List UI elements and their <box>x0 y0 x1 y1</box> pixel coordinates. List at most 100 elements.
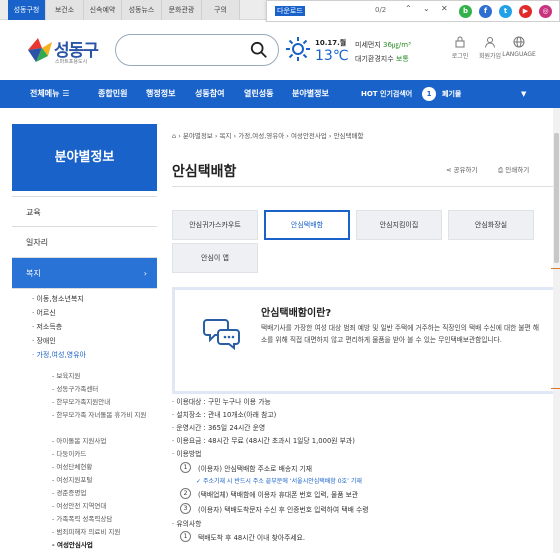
rule-text: 이용방법 <box>176 450 202 458</box>
chat-bubbles-icon <box>203 319 240 351</box>
tab-site-0[interactable]: 성동구청 <box>8 0 46 20</box>
sub2-item[interactable]: - 여성안전 지역연대 <box>52 500 106 510</box>
sidebar: 분야별정보 교육 일자리 복지 › · 이동,청소년복지 · 어르신 · 저소득층… <box>12 124 157 553</box>
rule-item: · 이용요금 : 48시간 무료 (48시간 초과시 1일당 1,000원 부과… <box>172 437 355 445</box>
sub-menu-label: 장애인 <box>36 337 56 345</box>
sub2-item[interactable]: - 범죄피해자 의료비 지원 <box>52 526 120 536</box>
main-nav: 전체메뉴 ☰ 종합민원 행정정보 성동참여 열린성동 분야별정보 HOT 인기검… <box>0 80 560 108</box>
breadcrumb-item: 안심택배함 <box>333 132 364 140</box>
breadcrumb-item[interactable]: 가정,여성,영유아 <box>238 132 284 140</box>
tab-label: 보건소 <box>54 6 75 14</box>
breadcrumb-item[interactable]: 분야별정보 <box>183 132 213 140</box>
all-menu-label: 전체메뉴 <box>30 89 60 98</box>
sub2-item[interactable]: - 여성단체현황 <box>52 461 92 471</box>
air-index-label: 대기환경지수 <box>355 55 394 63</box>
sub2-label: 여성단체현황 <box>56 463 93 471</box>
content-tab-1[interactable]: 안심택배함 <box>264 210 350 240</box>
sub-menu-item[interactable]: · 장애인 <box>32 336 56 346</box>
sub2-item[interactable]: - 성동구가족센터 <box>52 383 98 393</box>
step-text: (이용자) 택배도착문자 수신 후 인증번호 입력하여 택배 수령 <box>198 506 369 514</box>
hot-keyword-label: HOT 인기검색어 <box>361 90 413 98</box>
content-tab-3[interactable]: 안심화장실 <box>448 210 534 240</box>
sidebar-item-education[interactable]: 교육 <box>12 196 157 227</box>
info-text: 택배기사를 가장한 여성 대상 범죄 예방 및 일반 주택에 거주하는 직장인의… <box>261 324 539 344</box>
twitter-icon[interactable]: t <box>499 5 512 18</box>
sub-menu-item[interactable]: · 어르신 <box>32 308 56 318</box>
tab-site-3[interactable]: 성동뉴스 <box>122 0 162 20</box>
rule-item: · 유의사항 <box>172 520 202 528</box>
youtube-icon[interactable]: ▶ <box>519 5 532 18</box>
breadcrumb-item[interactable]: 여성안전사업 <box>291 132 327 140</box>
find-next-icon[interactable]: ⌄ <box>423 4 430 13</box>
find-prev-icon[interactable]: ⌃ <box>405 4 412 13</box>
content-tab-2[interactable]: 안심지킴이집 <box>356 210 442 240</box>
rule-text: 이용요금 : 48시간 무료 (48시간 초과시 1일당 1,000원 부과) <box>176 437 355 445</box>
sub-menu-label: 저소득층 <box>36 323 63 331</box>
chevron-down-icon[interactable]: ▼ <box>521 80 526 108</box>
sub-menu-item[interactable]: · 저소득층 <box>32 322 62 332</box>
hot-keyword[interactable]: 폐기물 <box>442 80 461 108</box>
step-note-text: 주소기재 시 반드시 주소 끝부분에 ‘서울시안심택배함 0호’ 기재 <box>202 478 362 485</box>
sub-menu-item-selected[interactable]: · 가정,여성,영유아 <box>32 350 86 360</box>
step-note: ✓ 주소기재 시 반드시 주소 끝부분에 ‘서울시안심택배함 0호’ 기재 <box>196 478 362 485</box>
site-logo[interactable]: 성동구 스마트포용도시 <box>24 34 112 68</box>
search-input[interactable] <box>115 34 279 66</box>
facebook-icon[interactable]: f <box>479 5 492 18</box>
sub2-item[interactable]: - 보육지원 <box>52 370 80 380</box>
content-tab-4[interactable]: 안심이 앱 <box>172 243 258 273</box>
home-icon[interactable]: ⌂ <box>172 132 176 140</box>
sub2-item[interactable]: - 가족폭력 성폭력상담 <box>52 513 112 523</box>
content-tab-0[interactable]: 안심귀가스카우트 <box>172 210 258 240</box>
tab-site-4[interactable]: 문화관광 <box>162 0 202 20</box>
nav-item-0[interactable]: 종합민원 <box>98 80 127 108</box>
all-menu-button[interactable]: 전체메뉴 ☰ <box>30 80 69 108</box>
sidebar-item-label: 일자리 <box>26 238 49 247</box>
blog-icon[interactable]: b <box>459 5 472 18</box>
search-icon[interactable] <box>250 41 268 59</box>
find-bar: 다운로드 0/2 ⌃ ⌄ ✕ <box>266 0 560 22</box>
find-input[interactable]: 다운로드 <box>275 6 305 16</box>
breadcrumb: ⌂ › 분야별정보 › 복지 › 가정,여성,영유아 › 여성안전사업 › 안심… <box>172 132 364 140</box>
sub2-label: 경준증명업 <box>56 489 87 497</box>
info-box: 안심택배함이란? 택배기사를 가장한 여성 대상 범죄 예방 및 일반 주택에 … <box>172 287 560 394</box>
instagram-icon[interactable]: ◎ <box>539 5 552 18</box>
language-button[interactable]: LANGUAGE <box>501 36 537 58</box>
sub2-item-selected[interactable]: - 여성안심사업 <box>52 539 93 549</box>
air-index-value: 보통 <box>395 55 409 63</box>
sub2-item[interactable]: - 다둥이카드 <box>52 448 86 458</box>
rule-item: · 이용방법 <box>172 450 202 458</box>
sub2-item[interactable]: - 경준증명업 <box>52 487 86 497</box>
tab-label: 신속예약 <box>89 6 116 14</box>
tab-site-1[interactable]: 보건소 <box>46 0 84 20</box>
tab-site-2[interactable]: 신속예약 <box>84 0 122 20</box>
breadcrumb-item[interactable]: 복지 <box>220 132 232 140</box>
weather-temp: 13℃ <box>315 48 349 64</box>
sub2-item[interactable]: - 여성지원포털 <box>52 474 92 484</box>
nav-item-4[interactable]: 분야별정보 <box>292 80 329 108</box>
lock-icon <box>455 36 465 48</box>
scrollbar-thumb[interactable] <box>554 133 559 263</box>
print-button[interactable]: ⎙ 인쇄하기 <box>498 164 529 175</box>
sidebar-item-welfare[interactable]: 복지 › <box>12 258 157 289</box>
signup-label: 회원가입 <box>478 53 502 60</box>
step-number: 2 <box>180 488 191 499</box>
page-title: 안심택배함 <box>172 164 237 180</box>
tab-site-5[interactable]: 구의 <box>202 0 240 20</box>
sub2-item[interactable]: - 아이돌봄 지원사업 <box>52 435 106 445</box>
sub-menu-label: 가정,여성,영유아 <box>36 351 86 359</box>
sub2-item[interactable]: - 한부모가족지원안내 <box>52 396 110 406</box>
site-header: 성동구 스마트포용도시 10.17.월 13℃ 미세먼지 36㎍/m³ 대기환경… <box>0 22 560 80</box>
nav-item-3[interactable]: 열린성동 <box>244 80 273 108</box>
nav-item-1[interactable]: 행정정보 <box>146 80 175 108</box>
air-quality: 미세먼지 36㎍/m³ 대기환경지수 보통 <box>355 38 411 66</box>
sub-menu-item[interactable]: · 이동,청소년복지 <box>32 294 84 304</box>
step-number: 1 <box>180 531 191 542</box>
share-button[interactable]: ⋖ 공유하기 <box>446 164 477 174</box>
nav-item-2[interactable]: 성동참여 <box>195 80 224 108</box>
close-icon[interactable]: ✕ <box>441 4 448 13</box>
rule-item: · 설치장소 : 관내 10개소(아래 참고) <box>172 411 277 419</box>
sub2-item[interactable]: - 한부모가족 자녀돌봄 휴가비 지원 <box>52 409 152 421</box>
sub-menu-label: 이동,청소년복지 <box>36 295 84 303</box>
sidebar-item-jobs[interactable]: 일자리 <box>12 227 157 258</box>
tab-label: 성동뉴스 <box>128 6 155 14</box>
